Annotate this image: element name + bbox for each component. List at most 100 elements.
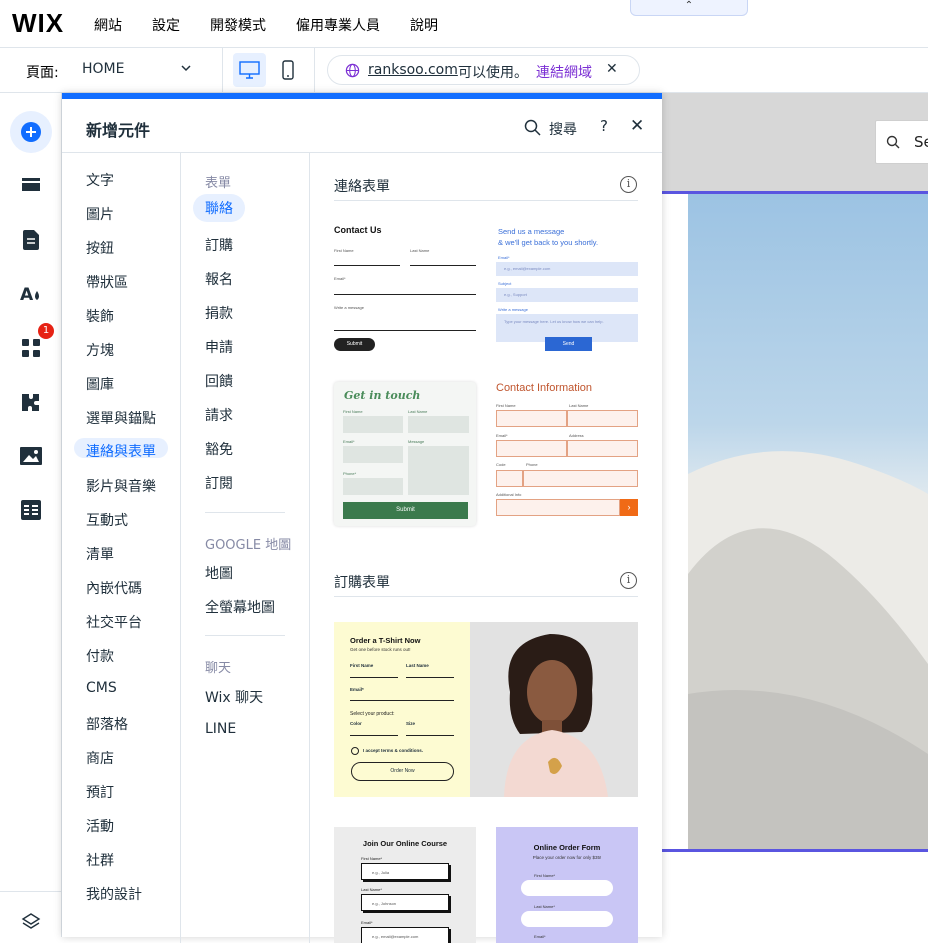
sections-button[interactable] — [18, 173, 44, 199]
subcategory-list: 表單 聯絡 訂購 報名 捐款 申請 回饋 請求 豁免 訂閱 GOOGLE 地圖 … — [181, 153, 310, 943]
wix-logo[interactable]: WIX — [12, 8, 64, 39]
apps-button[interactable]: 1 — [18, 323, 54, 361]
category-item[interactable]: 方塊 — [86, 340, 114, 360]
info-icon[interactable]: i — [620, 572, 637, 589]
category-item[interactable]: 圖庫 — [86, 374, 114, 394]
category-item[interactable]: 文字 — [86, 170, 114, 190]
design-button[interactable]: A — [18, 281, 44, 307]
help-icon[interactable]: ? — [600, 117, 608, 135]
field-line — [350, 677, 398, 678]
connect-domain-link[interactable]: 連結網域 — [536, 62, 592, 82]
form-template-online-order[interactable]: Online Order Form Place your order now f… — [496, 827, 638, 943]
template-field-label: Size — [406, 721, 416, 726]
subcategory-item[interactable]: 申請 — [205, 337, 233, 357]
subcategory-header: GOOGLE 地圖 — [205, 538, 292, 553]
category-item[interactable]: 清單 — [86, 544, 114, 564]
template-subtitle: Place your order now for only $35! — [532, 855, 602, 860]
close-icon[interactable]: ✕ — [606, 61, 618, 77]
menu-item-site[interactable]: 網站 — [94, 15, 122, 35]
form-template-contact-us[interactable]: Contact Us First Name Last Name Email* W… — [334, 217, 476, 352]
template-field — [523, 470, 638, 487]
category-item[interactable]: 選單與錨點 — [86, 408, 156, 428]
subcategory-item[interactable]: 捐款 — [205, 303, 233, 323]
desktop-view-button[interactable] — [233, 53, 266, 87]
field-line — [334, 265, 400, 266]
category-item[interactable]: 互動式 — [86, 510, 128, 530]
subcategory-item[interactable]: 請求 — [205, 405, 233, 425]
site-search-box[interactable]: Se — [875, 120, 928, 164]
site-domain-link[interactable]: ranksoo.com — [368, 62, 458, 78]
divider — [205, 635, 285, 636]
chevron-up-icon: ⌃ — [684, 0, 694, 11]
mobile-view-button[interactable] — [276, 53, 302, 87]
category-item[interactable]: 帶狀區 — [86, 272, 128, 292]
template-field-label: First Name — [496, 403, 516, 408]
pages-button[interactable] — [18, 227, 44, 253]
category-item[interactable]: 影片與音樂 — [86, 476, 156, 496]
category-item[interactable]: 付款 — [86, 646, 114, 666]
category-item[interactable]: 社群 — [86, 850, 114, 870]
template-field — [496, 440, 567, 457]
subcategory-header: 聊天 — [205, 661, 232, 676]
category-item[interactable]: 我的設計 — [86, 884, 142, 904]
category-item[interactable]: 內嵌代碼 — [86, 578, 142, 598]
form-template-contact-info[interactable]: Contact Information First Name Last Name… — [496, 382, 638, 526]
category-item[interactable]: 部落格 — [86, 714, 128, 734]
search-icon — [886, 135, 900, 149]
add-elements-button[interactable] — [10, 111, 52, 153]
template-field-label: Select your product: — [350, 711, 395, 717]
info-icon[interactable]: i — [620, 176, 637, 193]
menu-item-hire-pro[interactable]: 僱用專業人員 — [296, 15, 380, 35]
subcategory-item[interactable]: LINE — [205, 721, 236, 737]
template-field-label: First Name* — [361, 856, 383, 861]
form-template-online-course[interactable]: Join Our Online Course First Name* e.g.,… — [334, 827, 476, 943]
menu-item-dev-mode[interactable]: 開發模式 — [210, 15, 266, 35]
layers-icon — [21, 913, 41, 929]
subcategory-item[interactable]: 地圖 — [205, 563, 233, 583]
subcategory-item[interactable]: 豁免 — [205, 439, 233, 459]
subcategory-header: 表單 — [205, 176, 232, 191]
category-item[interactable]: 按鈕 — [86, 238, 114, 258]
subcategory-item[interactable]: 報名 — [205, 269, 233, 289]
category-item[interactable]: 預訂 — [86, 782, 114, 802]
form-template-get-in-touch[interactable]: Get in touch First Name Last Name Email*… — [334, 382, 476, 526]
panel-search-button[interactable]: 搜尋 — [549, 119, 577, 139]
page-select[interactable]: HOME — [82, 61, 192, 77]
category-item[interactable]: 活動 — [86, 816, 114, 836]
template-field-label: Phone* — [343, 471, 357, 476]
category-item[interactable]: 社交平台 — [86, 612, 142, 632]
business-apps-button[interactable] — [18, 389, 44, 415]
divider — [222, 48, 223, 93]
menu-item-settings[interactable]: 設定 — [152, 15, 180, 35]
form-template-tshirt-order[interactable]: Order a T-Shirt Now Get one before stock… — [334, 622, 638, 797]
collapse-topbar-button[interactable]: ⌃ — [630, 0, 748, 16]
category-item[interactable]: 圖片 — [86, 204, 114, 224]
subcategory-item-active[interactable]: 聯絡 — [193, 194, 245, 222]
divider — [334, 596, 638, 597]
subcategory-item[interactable]: 訂閱 — [205, 473, 233, 493]
template-field — [496, 499, 620, 516]
layers-button[interactable] — [18, 909, 44, 935]
close-icon[interactable]: ✕ — [630, 116, 644, 136]
form-template-send-message[interactable]: Send us a message & we'll get back to yo… — [496, 217, 638, 357]
search-icon[interactable] — [524, 119, 541, 136]
subcategory-item[interactable]: 訂購 — [205, 235, 233, 255]
chevron-down-icon[interactable] — [180, 62, 192, 77]
subcategory-item[interactable]: 全螢幕地圖 — [205, 597, 275, 617]
subcategory-item[interactable]: Wix 聊天 — [205, 687, 263, 707]
template-field: e.g., Johnson — [361, 894, 449, 911]
menu-item-help[interactable]: 說明 — [410, 15, 438, 35]
hero-image[interactable] — [688, 194, 928, 849]
category-item[interactable]: CMS — [86, 680, 117, 700]
template-field-label: Email* — [350, 687, 364, 692]
field-line — [406, 735, 454, 736]
image-icon — [20, 447, 42, 465]
category-item[interactable]: 商店 — [86, 748, 114, 768]
cms-button[interactable] — [18, 497, 44, 523]
media-button[interactable] — [18, 443, 44, 469]
category-item-active[interactable]: 連絡與表單 — [74, 438, 168, 460]
globe-icon — [345, 63, 360, 78]
template-field-label: First Name* — [534, 873, 556, 878]
subcategory-item[interactable]: 回饋 — [205, 371, 233, 391]
category-item[interactable]: 裝飾 — [86, 306, 114, 326]
